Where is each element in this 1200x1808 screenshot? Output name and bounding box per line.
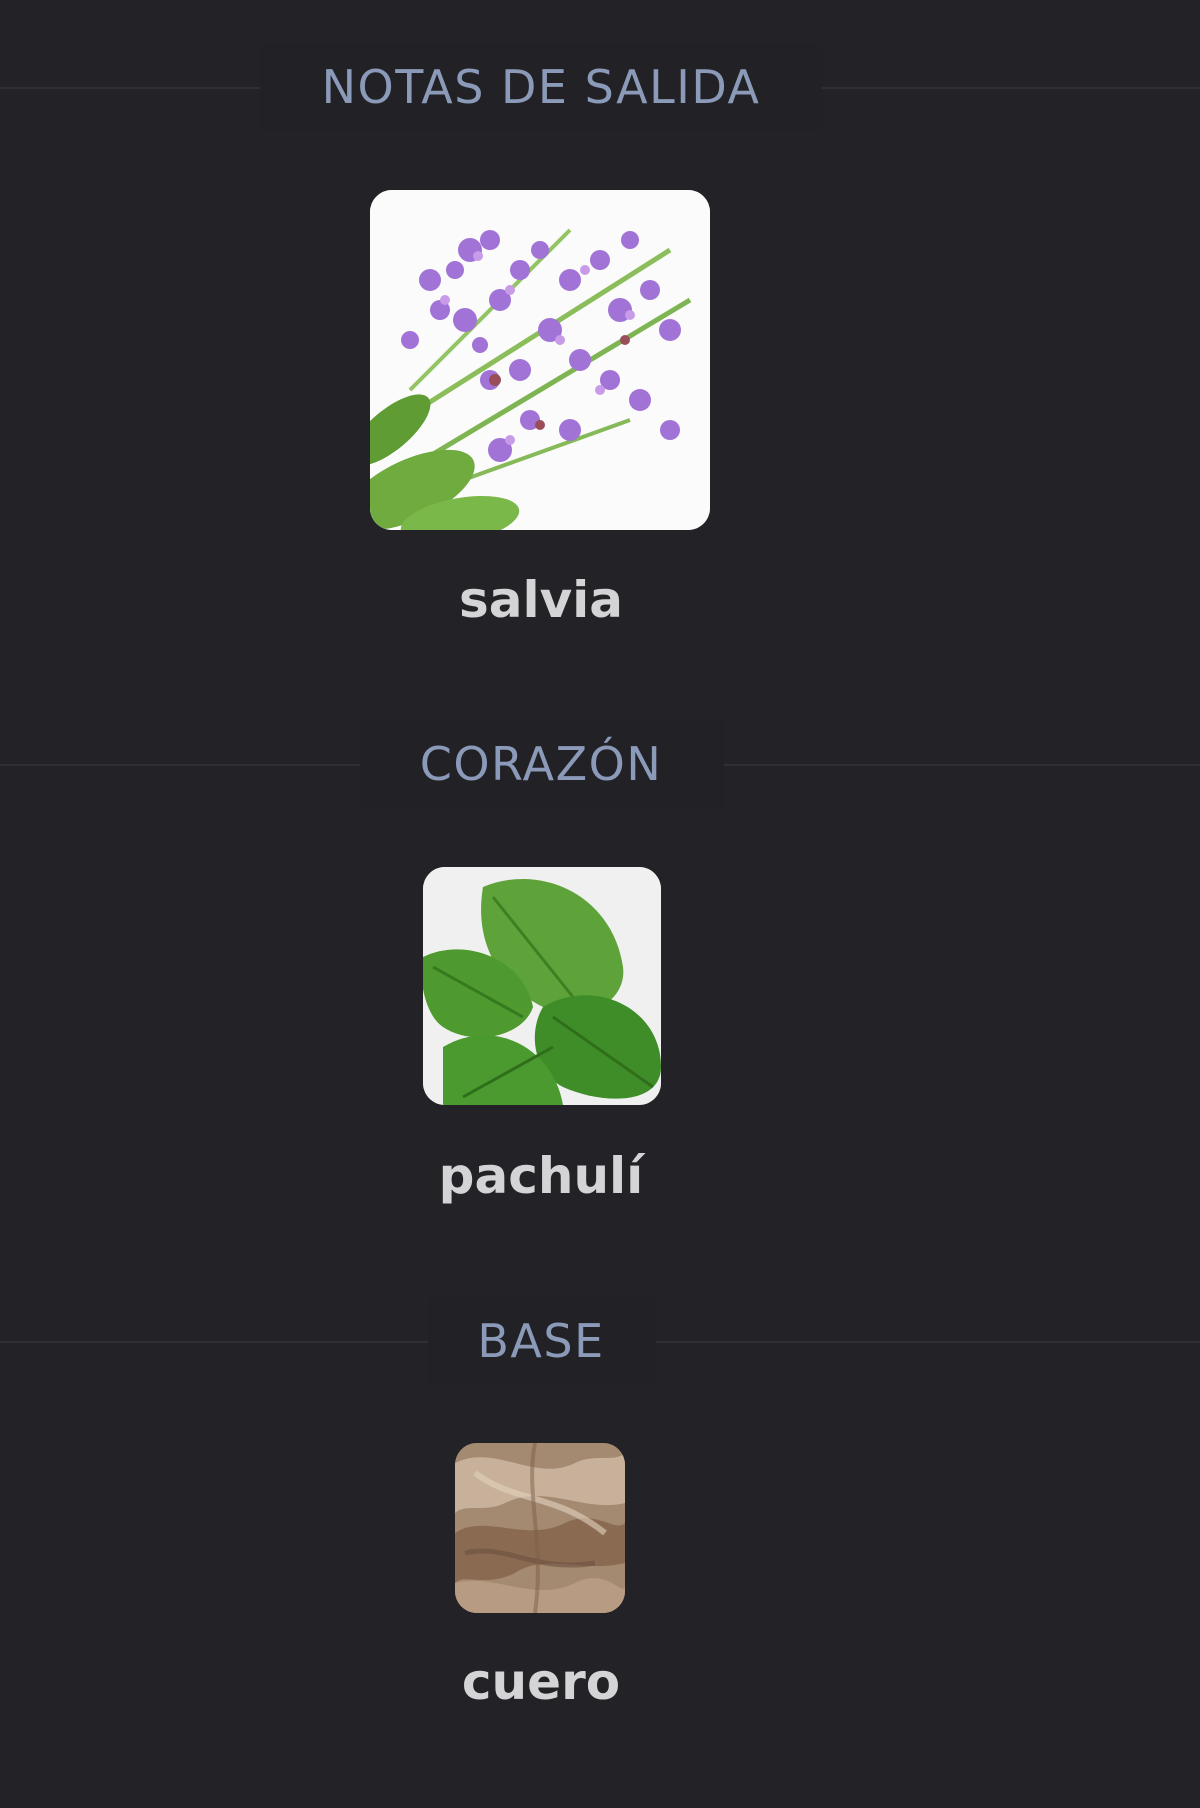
notes-panel: { "sections": [ { "title": "NOTAS DE SAL…: [0, 0, 1200, 1808]
section-title: BASE: [477, 1314, 605, 1368]
sage-flowers-icon: [370, 190, 710, 530]
section-title: CORAZÓN: [419, 737, 663, 791]
leather-texture-icon: [455, 1443, 625, 1613]
note-name[interactable]: salvia: [0, 565, 1082, 635]
sage-flowers-image[interactable]: [370, 190, 710, 530]
patchouli-leaves-image[interactable]: [423, 867, 661, 1105]
note-name[interactable]: cuero: [0, 1647, 1082, 1717]
patchouli-leaves-icon: [423, 867, 661, 1105]
note-name[interactable]: pachulí: [0, 1141, 1082, 1211]
leather-texture-image[interactable]: [455, 1443, 625, 1613]
section-title: NOTAS DE SALIDA: [321, 60, 761, 114]
